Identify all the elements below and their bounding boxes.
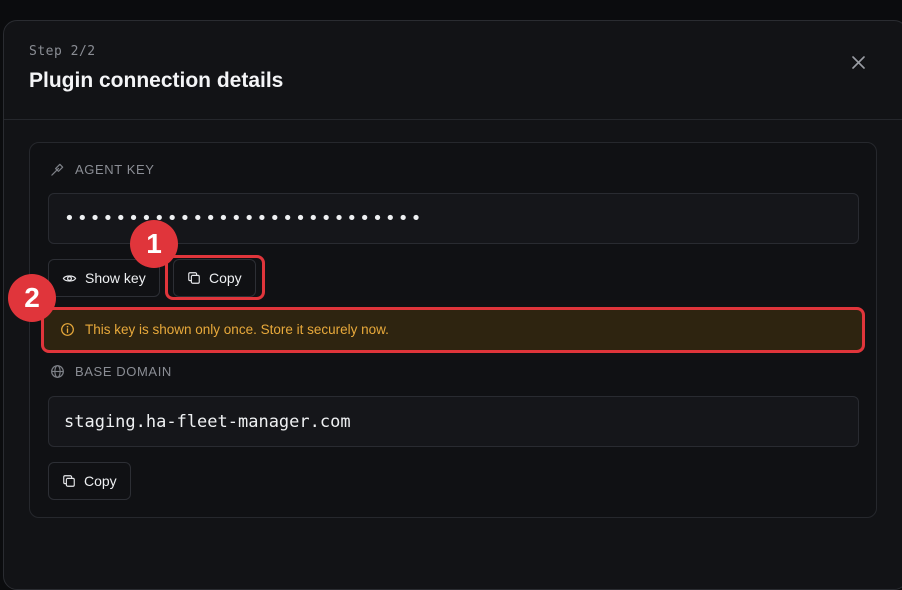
agent-key-label-row: AGENT KEY [50,162,155,177]
copy-key-label: Copy [209,270,242,286]
annotation-badge-1: 1 [130,220,178,268]
close-icon [851,55,865,69]
annotation-badge-2: 2 [8,274,56,322]
base-domain-label: BASE DOMAIN [75,364,172,379]
info-icon [61,323,74,336]
plugin-connection-modal: Step 2/2 Plugin connection details AGENT… [3,20,902,590]
base-domain-field[interactable]: staging.ha-fleet-manager.com [48,396,859,447]
agent-key-label: AGENT KEY [75,162,155,177]
modal-header: Step 2/2 Plugin connection details [4,21,902,120]
key-icon [51,163,64,176]
one-time-key-warning: This key is shown only once. Store it se… [44,308,863,351]
close-button[interactable] [849,53,867,71]
copy-icon [188,272,200,284]
eye-icon [62,274,77,282]
connection-details-card: AGENT KEY •••••••••••••••••••••••••••• S… [29,142,877,518]
show-key-label: Show key [85,270,146,286]
copy-key-button[interactable]: Copy [173,259,256,297]
copy-domain-label: Copy [84,473,117,489]
page-title: Plugin connection details [29,69,284,92]
warning-text: This key is shown only once. Store it se… [85,322,389,337]
globe-icon [51,365,64,378]
base-domain-label-row: BASE DOMAIN [50,364,172,379]
copy-icon [63,475,75,487]
copy-domain-button[interactable]: Copy [48,462,131,500]
step-indicator: Step 2/2 [29,44,96,59]
